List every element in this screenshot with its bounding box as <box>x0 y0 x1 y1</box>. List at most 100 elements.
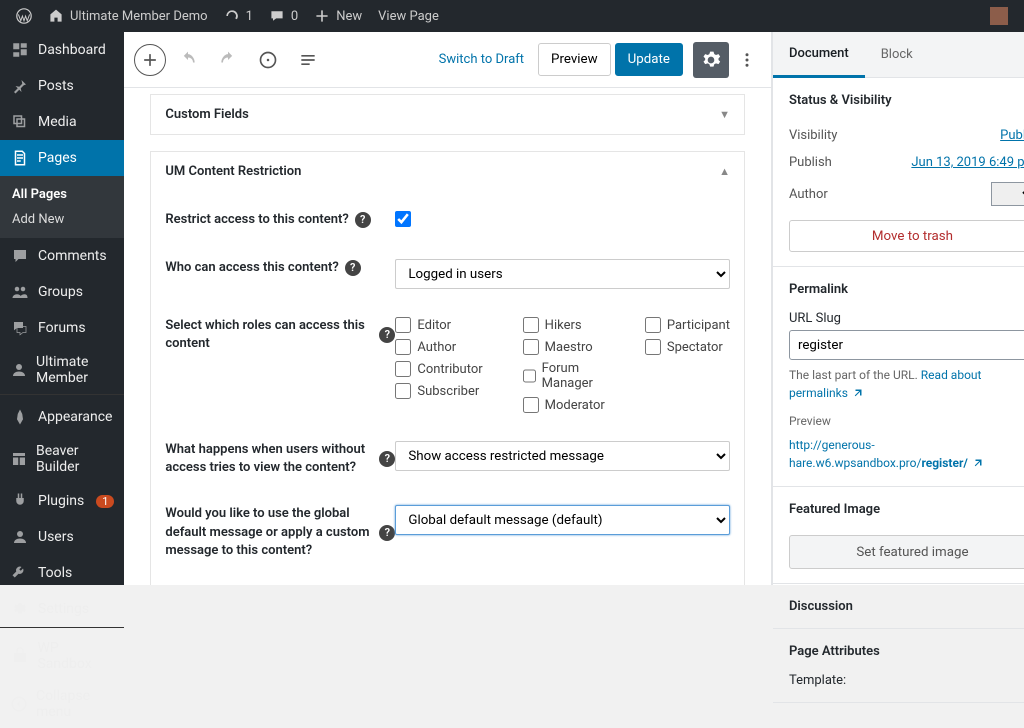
restrict-access-checkbox[interactable] <box>395 211 411 227</box>
sidebar-subitem[interactable]: Add New <box>0 207 124 232</box>
tab-block[interactable]: Block <box>865 33 929 76</box>
sidebar-item-forums[interactable]: Forums <box>0 310 124 346</box>
role-checkbox[interactable] <box>395 361 411 377</box>
sidebar-item-groups[interactable]: Groups <box>0 274 124 310</box>
block-nav-button[interactable] <box>290 42 326 78</box>
help-icon[interactable]: ? <box>345 260 361 276</box>
updates-link[interactable]: 1 <box>216 0 261 32</box>
status-visibility-panel-header[interactable]: Status & Visibility˄ <box>773 78 1024 122</box>
view-page-link[interactable]: View Page <box>370 0 447 32</box>
role-checkbox[interactable] <box>523 368 536 384</box>
help-icon[interactable]: ? <box>355 212 371 228</box>
role-option[interactable]: Editor <box>395 317 482 333</box>
visibility-link[interactable]: Public <box>1000 128 1024 143</box>
set-featured-image-button[interactable]: Set featured image <box>789 535 1024 569</box>
role-checkbox[interactable] <box>523 339 539 355</box>
help-icon[interactable]: ? <box>379 327 395 343</box>
role-option[interactable]: Subscriber <box>395 383 482 399</box>
user-avatar[interactable] <box>982 0 1016 32</box>
appearance-icon <box>10 407 30 427</box>
discussion-panel-header[interactable]: Discussion˅ <box>773 584 1024 628</box>
help-icon[interactable]: ? <box>379 451 395 467</box>
site-name-link[interactable]: Ultimate Member Demo <box>40 0 216 32</box>
role-option[interactable]: Author <box>395 339 482 355</box>
groups-icon <box>10 282 30 302</box>
site-name: Ultimate Member Demo <box>70 9 208 24</box>
author-select[interactable] <box>991 182 1024 206</box>
sidebar-item-users[interactable]: Users <box>0 519 124 555</box>
featured-image-panel-header[interactable]: Featured Image˄ <box>773 487 1024 531</box>
role-checkbox[interactable] <box>523 397 539 413</box>
users-icon <box>10 527 30 547</box>
role-checkbox[interactable] <box>523 317 539 333</box>
role-checkbox[interactable] <box>395 383 411 399</box>
page-attributes-panel-header[interactable]: Page Attributes˄ <box>773 629 1024 673</box>
role-option[interactable]: Contributor <box>395 361 482 377</box>
sidebar-item-wp-sandbox[interactable]: WP Sandbox <box>0 632 124 680</box>
comments-link[interactable]: 0 <box>261 0 306 32</box>
sidebar-item-media[interactable]: Media <box>0 104 124 140</box>
dashboard-icon <box>10 40 30 60</box>
permalink-panel-header[interactable]: Permalink˄ <box>773 267 1024 311</box>
sidebar-item-posts[interactable]: Posts <box>0 68 124 104</box>
preview-button[interactable]: Preview <box>538 43 611 76</box>
chevron-down-icon: ▼ <box>719 108 730 121</box>
role-checkbox[interactable] <box>645 317 661 333</box>
who-access-select[interactable]: Logged in users <box>395 259 730 289</box>
tools-icon <box>10 563 30 583</box>
tab-document[interactable]: Document <box>773 32 865 78</box>
role-checkbox[interactable] <box>395 317 411 333</box>
custom-fields-metabox-header[interactable]: Custom Fields▼ <box>151 95 744 134</box>
sidebar-item-settings[interactable]: Settings <box>0 591 124 627</box>
sandbox-icon <box>10 646 29 666</box>
move-to-trash-button[interactable]: Move to trash <box>789 220 1024 252</box>
publish-date-link[interactable]: Jun 13, 2019 6:49 pm <box>911 155 1024 170</box>
sidebar-item-pages[interactable]: Pages <box>0 140 124 176</box>
sidebar-item-appearance[interactable]: Appearance <box>0 399 124 435</box>
badge: 1 <box>96 495 114 508</box>
more-menu-button[interactable] <box>733 42 761 78</box>
pages-icon <box>10 148 30 168</box>
admin-sidebar: DashboardPostsMediaPages All PagesAdd New… <box>0 32 124 585</box>
help-icon[interactable]: ? <box>379 525 395 541</box>
sidebar-item-comments[interactable]: Comments <box>0 238 124 274</box>
role-option[interactable]: Moderator <box>523 397 605 413</box>
switch-to-draft-link[interactable]: Switch to Draft <box>429 52 534 67</box>
add-block-button[interactable] <box>134 44 166 76</box>
close-settings-button[interactable]: ✕ <box>1013 33 1024 76</box>
sidebar-subitem[interactable]: All Pages <box>0 182 124 207</box>
settings-icon <box>10 599 30 619</box>
settings-sidebar: Document Block ✕ Status & Visibility˄ Vi… <box>772 32 1024 585</box>
wp-logo[interactable] <box>8 0 40 32</box>
chevron-up-icon: ▲ <box>719 165 730 178</box>
settings-toggle-button[interactable] <box>693 42 729 78</box>
plugins-icon <box>10 491 30 511</box>
sidebar-item-plugins[interactable]: Plugins1 <box>0 483 124 519</box>
sidebar-item-tools[interactable]: Tools <box>0 555 124 591</box>
content-structure-button[interactable] <box>250 42 286 78</box>
role-option[interactable]: Forum Manager <box>523 361 605 391</box>
role-option[interactable]: Participant <box>645 317 730 333</box>
redo-button[interactable] <box>210 42 246 78</box>
no-access-action-select[interactable]: Show access restricted message <box>395 441 730 471</box>
sidebar-item-collapse-menu[interactable]: Collapse menu <box>0 680 124 728</box>
url-slug-input[interactable] <box>789 330 1024 360</box>
um-restriction-metabox-header[interactable]: UM Content Restriction▲ <box>151 152 744 191</box>
role-option[interactable]: Maestro <box>523 339 605 355</box>
role-option[interactable]: Spectator <box>645 339 730 355</box>
new-link[interactable]: New <box>306 0 370 32</box>
sidebar-item-dashboard[interactable]: Dashboard <box>0 32 124 68</box>
update-button[interactable]: Update <box>615 43 683 76</box>
undo-button[interactable] <box>170 42 206 78</box>
role-checkbox[interactable] <box>395 339 411 355</box>
pin-icon <box>10 76 30 96</box>
role-option[interactable]: Hikers <box>523 317 605 333</box>
sidebar-item-ultimate-member[interactable]: Ultimate Member <box>0 346 124 394</box>
editor-toolbar: Switch to Draft Preview Update <box>124 32 771 88</box>
role-checkbox[interactable] <box>645 339 661 355</box>
sidebar-item-beaver-builder[interactable]: Beaver Builder <box>0 435 124 483</box>
message-type-select[interactable]: Global default message (default) <box>395 505 730 535</box>
forums-icon <box>10 318 30 338</box>
permalink-preview-link[interactable]: http://generous-hare.w6.wpsandbox.pro/re… <box>789 438 983 470</box>
um-icon <box>10 360 28 380</box>
